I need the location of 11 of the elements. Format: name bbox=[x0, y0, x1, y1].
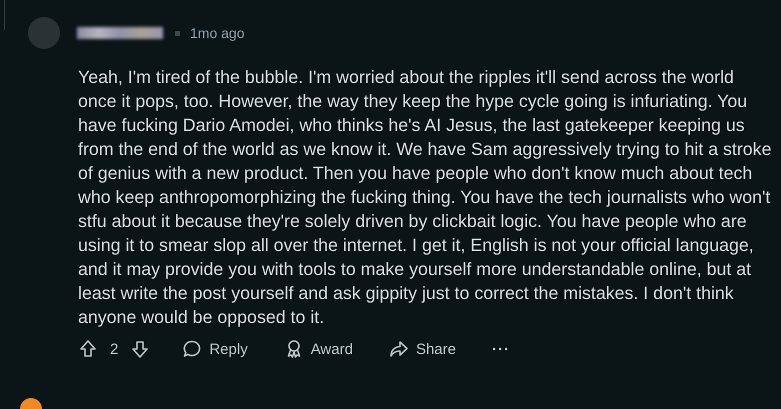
reply-button[interactable]: Reply bbox=[174, 335, 256, 363]
comment-text: Yeah, I'm tired of the bubble. I'm worried about the ripples it'll send across the world once it pops, too. However, the way they keep the hype cycle going is infuriating. You have fucking Dario Amodei, who thinks he's AI Jesus, the last gatekeeper keeping us from the end of the world as we know it. We have Sam aggressively trying to hit a stroke of genius with a new product. Then you have people who don't know much about tech who keep anthropomorphizing the fucking thing. You have the tech journalists who won't stfu about it because they're solely driven by clickbait logic. You have people who are using it to smear slop all over the internet. I get it, English is not your official language, and it may provide you with tools to make yourself more understandable online, but at least write the post yourself and ask gippity just to correct the mistakes. I don't think anyone would be opposed to it. bbox=[78, 66, 772, 329]
down-arrow-icon bbox=[130, 339, 150, 359]
speech-bubble-icon bbox=[182, 339, 202, 359]
share-button[interactable]: Share bbox=[380, 335, 464, 363]
share-arrow-icon bbox=[388, 339, 409, 359]
more-options-button[interactable]: ··· bbox=[484, 336, 518, 362]
vote-count: 2 bbox=[110, 340, 118, 358]
up-arrow-icon bbox=[78, 339, 98, 359]
award-button[interactable]: Award bbox=[276, 335, 361, 363]
timestamp: 1mo ago bbox=[190, 25, 244, 41]
